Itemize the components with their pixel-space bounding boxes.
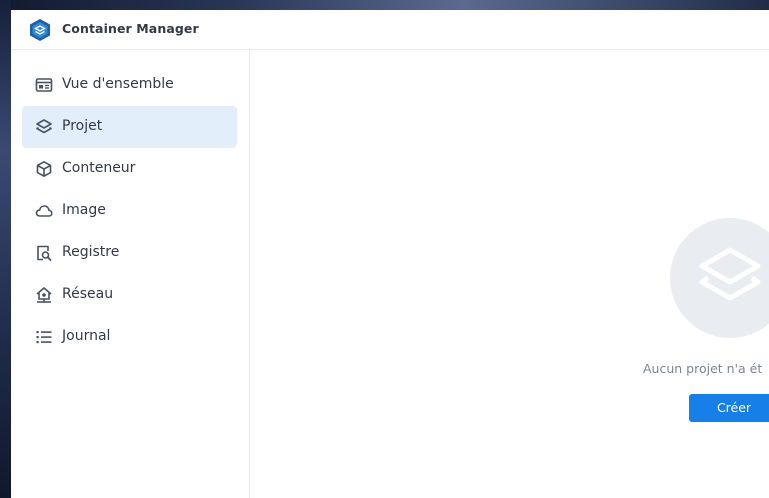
sidebar-item-registry[interactable]: Registre (22, 232, 237, 274)
app-window: Container Manager Vue d'ensemble Projet … (11, 10, 769, 498)
app-title: Container Manager (62, 21, 199, 36)
layers-icon (35, 118, 53, 136)
sidebar: Vue d'ensemble Projet Conteneur Image Re… (11, 50, 250, 498)
layers-icon (699, 247, 761, 301)
sidebar-item-label: Image (62, 202, 106, 218)
sidebar-item-network[interactable]: Réseau (22, 274, 237, 316)
sidebar-item-log[interactable]: Journal (22, 316, 237, 358)
create-button[interactable]: Créer (689, 394, 769, 422)
sidebar-item-image[interactable]: Image (22, 190, 237, 232)
cube-icon (35, 160, 53, 178)
overview-icon (35, 76, 53, 94)
empty-state-message: Aucun projet n'a ét (643, 361, 763, 376)
sidebar-item-label: Journal (62, 328, 111, 344)
sidebar-item-overview[interactable]: Vue d'ensemble (22, 64, 237, 106)
sidebar-item-label: Réseau (62, 286, 114, 302)
sidebar-item-label: Registre (62, 244, 120, 260)
title-bar[interactable]: Container Manager (11, 10, 769, 50)
main-content: Aucun projet n'a ét Créer (250, 50, 769, 498)
empty-state-illustration (670, 218, 769, 338)
sidebar-item-project[interactable]: Projet (22, 106, 237, 148)
sidebar-item-container[interactable]: Conteneur (22, 148, 237, 190)
desktop-background-top (0, 0, 769, 10)
registry-search-icon (35, 244, 53, 262)
sidebar-item-label: Vue d'ensemble (62, 76, 174, 92)
sidebar-item-label: Conteneur (62, 160, 136, 176)
sidebar-item-label: Projet (62, 118, 103, 134)
list-icon (35, 328, 53, 346)
network-home-icon (35, 286, 53, 304)
container-manager-logo-icon (28, 18, 52, 42)
cloud-icon (35, 202, 53, 220)
desktop-background-left (0, 0, 11, 498)
